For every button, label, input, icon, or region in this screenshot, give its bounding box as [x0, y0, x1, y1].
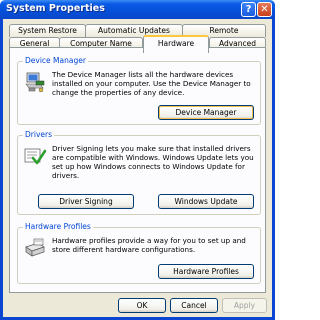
hardware-profiles-button[interactable]: Hardware Profiles — [158, 264, 254, 279]
device-manager-title: Device Manager — [23, 56, 88, 65]
hardware-profiles-icon — [25, 238, 45, 257]
drivers-title: Drivers — [23, 130, 54, 139]
cancel-button[interactable]: Cancel — [170, 298, 218, 313]
hardware-profiles-group: Hardware Profiles Hardware profiles prov… — [17, 222, 261, 284]
drivers-description: Driver Signing lets you make sure that i… — [52, 144, 254, 180]
device-manager-button[interactable]: Device Manager — [158, 105, 254, 120]
title-bar[interactable]: System Properties ? ✕ — [0, 0, 275, 19]
help-button[interactable]: ? — [241, 2, 256, 17]
driver-signing-icon — [24, 148, 46, 165]
windows-update-button[interactable]: Windows Update — [158, 194, 254, 209]
device-manager-group: Device Manager The Device Manager lists … — [17, 56, 261, 125]
device-manager-description: The Device Manager lists all the hardwar… — [52, 70, 251, 97]
tab-hardware[interactable]: Hardware — [143, 35, 209, 53]
apply-button[interactable]: Apply — [222, 298, 267, 313]
drivers-group: Drivers Driver Signing lets you make sur… — [17, 130, 261, 215]
hardware-tab-panel: Device Manager The Device Manager lists … — [9, 47, 266, 293]
tab-system-restore[interactable]: System Restore — [9, 24, 86, 37]
window-title: System Properties — [6, 3, 105, 14]
close-button[interactable]: ✕ — [257, 2, 272, 17]
hardware-profiles-description: Hardware profiles provide a way for you … — [52, 236, 246, 254]
hardware-profiles-title: Hardware Profiles — [23, 222, 93, 231]
system-properties-window: System Properties ? ✕ System Restore Aut… — [0, 0, 275, 320]
driver-signing-button[interactable]: Driver Signing — [38, 194, 134, 209]
ok-button[interactable]: OK — [118, 298, 166, 313]
dialog-client-area: System Restore Automatic Updates Remote … — [3, 19, 272, 317]
computer-devices-icon — [25, 72, 45, 93]
